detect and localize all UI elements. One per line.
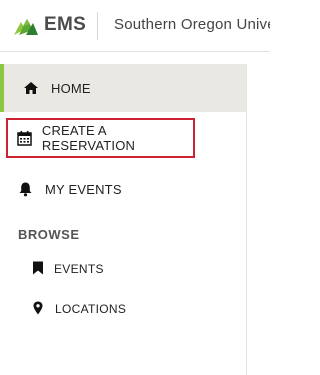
browse-item-locations[interactable]: LOCATIONS: [0, 294, 126, 324]
ems-logo-icon: [13, 14, 39, 36]
browse-heading: BROWSE: [18, 227, 80, 242]
sidebar-item-label: CREATE A RESERVATION: [41, 123, 136, 153]
home-icon: [22, 79, 40, 97]
sidebar-item-create-reservation[interactable]: CREATE A RESERVATION: [6, 118, 195, 158]
browse-item-events[interactable]: EVENTS: [0, 254, 104, 284]
sidebar: HOME CREATE A RESERVATION MY EVENTS BROW…: [0, 64, 247, 375]
sidebar-item-label: MY EVENTS: [45, 181, 122, 197]
logo-text: EMS: [44, 14, 87, 35]
sidebar-item-home[interactable]: HOME: [0, 64, 246, 112]
organization-name: Southern Oregon University: [114, 16, 270, 33]
ems-logo[interactable]: EMS: [13, 11, 86, 39]
sidebar-item-label: HOME: [51, 80, 91, 96]
map-pin-icon: [33, 301, 43, 318]
calendar-icon: [16, 129, 33, 147]
sidebar-item-my-events[interactable]: MY EVENTS: [0, 165, 246, 213]
bookmark-icon: [32, 261, 44, 278]
browse-item-label: EVENTS: [54, 262, 104, 276]
header-divider: [97, 12, 98, 40]
bell-icon: [16, 180, 34, 198]
browse-item-label: LOCATIONS: [55, 302, 127, 316]
app-header: EMS Southern Oregon University: [0, 0, 270, 52]
